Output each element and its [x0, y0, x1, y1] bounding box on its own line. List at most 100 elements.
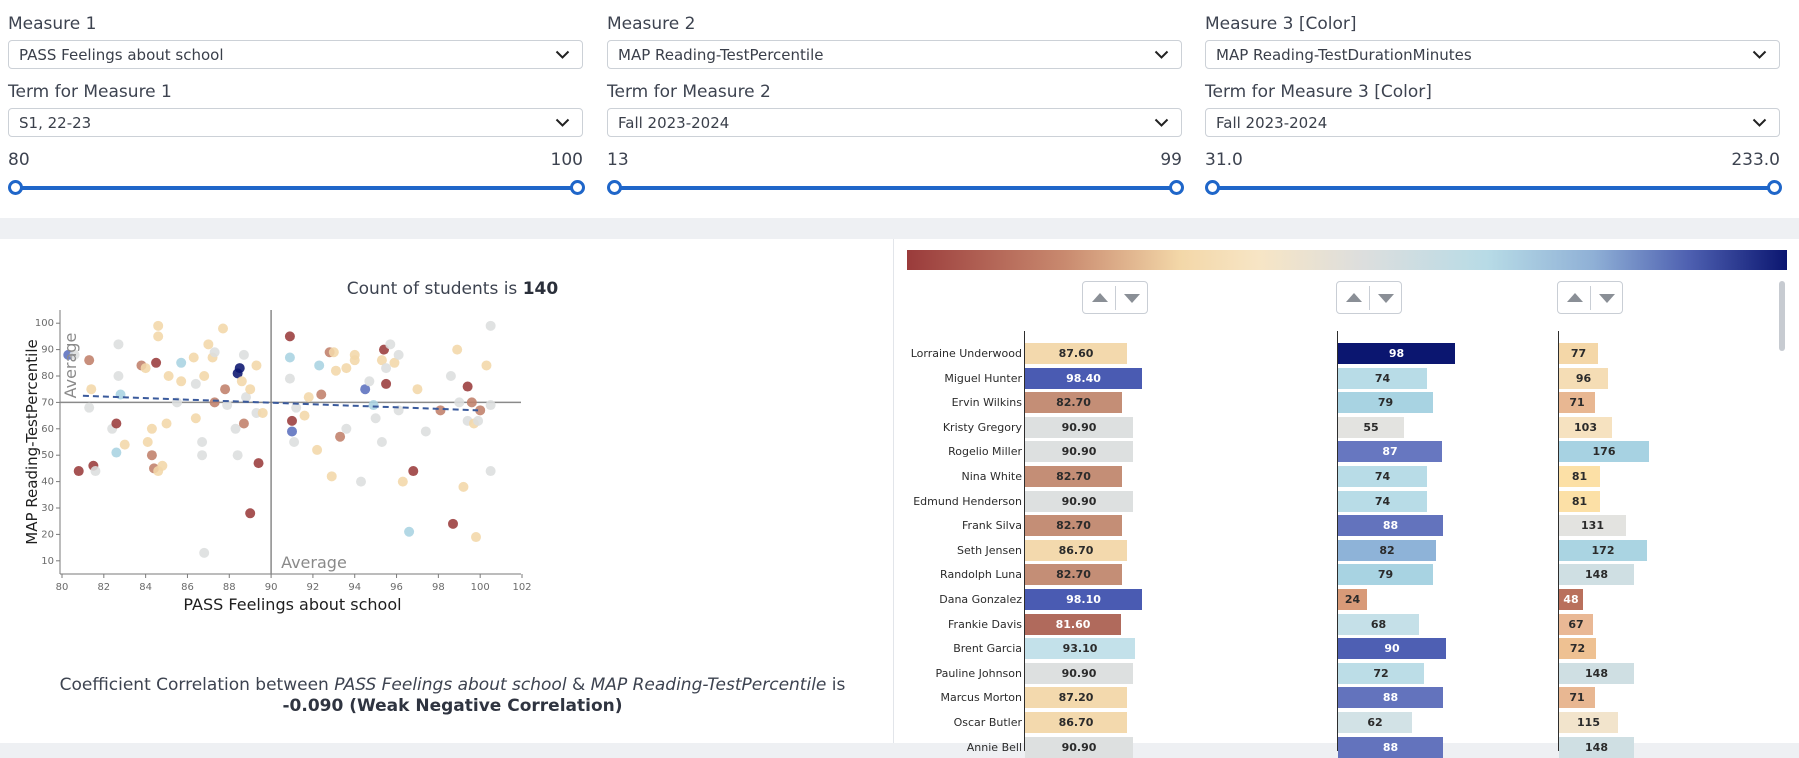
data-point[interactable] — [209, 347, 220, 358]
data-point[interactable] — [326, 471, 337, 482]
data-point[interactable] — [86, 384, 97, 395]
data-point[interactable] — [330, 365, 341, 376]
data-point[interactable] — [111, 447, 122, 458]
sort-descending-icon[interactable] — [1378, 294, 1394, 303]
data-point[interactable] — [176, 357, 187, 368]
data-point[interactable] — [119, 439, 130, 450]
bar-measure-1[interactable]: 98.40 — [1025, 367, 1142, 389]
data-point[interactable] — [299, 410, 310, 421]
data-point[interactable] — [153, 331, 164, 342]
data-point[interactable] — [199, 371, 210, 381]
data-point[interactable] — [197, 437, 208, 447]
data-point[interactable] — [452, 344, 463, 355]
data-point[interactable] — [370, 413, 381, 424]
bar-measure-2[interactable]: 79 — [1338, 392, 1433, 414]
data-point[interactable] — [157, 460, 168, 471]
data-point[interactable] — [445, 371, 456, 381]
data-point[interactable] — [481, 360, 492, 371]
data-point[interactable] — [284, 373, 295, 384]
measure-3-select[interactable]: MAP Reading-TestDurationMinutes — [1205, 40, 1780, 69]
data-point[interactable] — [153, 320, 164, 331]
data-point[interactable] — [364, 376, 375, 387]
data-point[interactable] — [393, 349, 404, 360]
bar-measure-1[interactable]: 98.10 — [1025, 589, 1142, 610]
data-point[interactable] — [245, 508, 256, 519]
data-point[interactable] — [381, 378, 392, 389]
data-point[interactable] — [289, 437, 300, 447]
sort-ascending-icon[interactable] — [1346, 293, 1362, 302]
bar-measure-1[interactable]: 90.90 — [1025, 490, 1133, 512]
bar-measure-3[interactable]: 103 — [1559, 416, 1612, 438]
data-point[interactable] — [287, 415, 297, 426]
bar-measure-1[interactable]: 82.70 — [1025, 392, 1122, 414]
measure-2-select[interactable]: MAP Reading-TestPercentile — [607, 40, 1182, 69]
range-3-track[interactable] — [1213, 186, 1773, 190]
data-point[interactable] — [335, 431, 346, 442]
bar-measure-2[interactable]: 72 — [1338, 662, 1424, 684]
data-point[interactable] — [466, 397, 477, 408]
data-point[interactable] — [190, 413, 201, 424]
data-point[interactable] — [245, 384, 256, 395]
data-point[interactable] — [485, 466, 496, 477]
bar-measure-3[interactable]: 131 — [1559, 515, 1626, 537]
bar-measure-2[interactable]: 82 — [1338, 539, 1436, 561]
term-2-select[interactable]: Fall 2023-2024 — [607, 108, 1182, 137]
data-point[interactable] — [485, 320, 496, 331]
data-point[interactable] — [312, 444, 323, 455]
data-point[interactable] — [314, 360, 325, 371]
bar-measure-2[interactable]: 74 — [1338, 367, 1427, 389]
data-point[interactable] — [381, 363, 392, 374]
data-point[interactable] — [448, 518, 458, 529]
data-point[interactable] — [435, 405, 446, 416]
bar-measure-3[interactable]: 77 — [1559, 343, 1598, 364]
bar-measure-1[interactable]: 86.70 — [1025, 539, 1127, 561]
data-point[interactable] — [176, 376, 187, 387]
bar-measure-1[interactable]: 90.90 — [1025, 736, 1133, 758]
data-point[interactable] — [473, 415, 484, 426]
data-point[interactable] — [161, 418, 172, 429]
data-point[interactable] — [404, 526, 415, 537]
data-point[interactable] — [84, 402, 95, 413]
bar-measure-3[interactable]: 115 — [1559, 712, 1618, 733]
data-point[interactable] — [251, 360, 262, 371]
bar-measure-3[interactable]: 81 — [1559, 490, 1600, 512]
bar-measure-2[interactable]: 55 — [1338, 416, 1404, 438]
term-3-select[interactable]: Fall 2023-2024 — [1205, 108, 1780, 137]
data-point[interactable] — [485, 400, 496, 411]
data-point[interactable] — [188, 352, 199, 363]
data-point[interactable] — [420, 426, 431, 437]
measure-1-select[interactable]: PASS Feelings about school — [8, 40, 583, 69]
data-point[interactable] — [238, 349, 249, 360]
data-point[interactable] — [412, 384, 423, 395]
data-point[interactable] — [368, 400, 379, 411]
data-point[interactable] — [458, 481, 469, 492]
bar-measure-3[interactable]: 81 — [1559, 466, 1600, 487]
bar-measure-1[interactable]: 82.70 — [1025, 515, 1122, 537]
data-point[interactable] — [142, 437, 153, 447]
bar-measure-2[interactable]: 87 — [1338, 441, 1442, 463]
bar-measure-3[interactable]: 71 — [1559, 392, 1595, 414]
bar-measure-1[interactable]: 82.70 — [1025, 564, 1122, 586]
bar-measure-2[interactable]: 74 — [1338, 490, 1427, 512]
bar-measure-3[interactable]: 67 — [1559, 613, 1593, 635]
bar-measure-3[interactable]: 172 — [1559, 539, 1647, 561]
range-1-track[interactable] — [16, 186, 576, 190]
bar-measure-3[interactable]: 72 — [1559, 638, 1596, 660]
data-point[interactable] — [356, 476, 366, 487]
bar-measure-2[interactable]: 79 — [1338, 564, 1433, 586]
range-3-max-handle[interactable] — [1767, 180, 1782, 195]
bar-measure-1[interactable]: 82.70 — [1025, 466, 1122, 487]
data-point[interactable] — [84, 355, 95, 366]
bar-measure-3[interactable]: 71 — [1559, 687, 1595, 709]
data-point[interactable] — [111, 418, 122, 429]
data-point[interactable] — [236, 376, 247, 387]
bar-measure-3[interactable]: 148 — [1559, 736, 1634, 758]
data-point[interactable] — [376, 437, 387, 447]
data-point[interactable] — [471, 532, 481, 543]
data-point[interactable] — [385, 339, 396, 350]
data-point[interactable] — [408, 466, 419, 477]
sort-ascending-icon[interactable] — [1567, 293, 1583, 302]
data-point[interactable] — [230, 423, 241, 434]
range-1-min-handle[interactable] — [8, 180, 23, 195]
bar-measure-3[interactable]: 48 — [1559, 589, 1583, 610]
